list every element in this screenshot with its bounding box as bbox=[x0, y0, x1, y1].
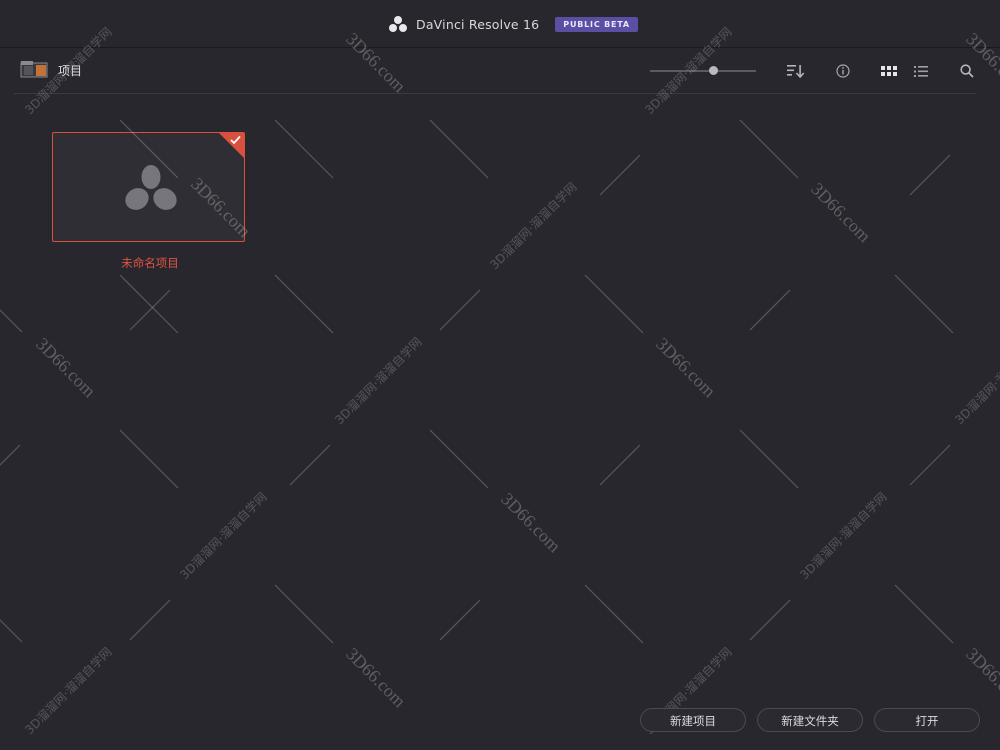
list-view-icon[interactable] bbox=[912, 62, 930, 80]
watermark-site: 3D溜溜网·溜溜自学网 bbox=[952, 334, 1000, 427]
project-thumbnail[interactable] bbox=[52, 132, 245, 242]
new-folder-button[interactable]: 新建文件夹 bbox=[757, 708, 863, 732]
thumbnail-size-slider[interactable] bbox=[650, 64, 756, 78]
watermark-domain: 3D66.com bbox=[652, 334, 720, 402]
watermark-domain: 3D66.com bbox=[962, 644, 1000, 712]
watermark-site: 3D溜溜网·溜溜自学网 bbox=[332, 334, 425, 427]
new-project-button[interactable]: 新建项目 bbox=[640, 708, 746, 732]
section-title: 项目 bbox=[58, 64, 83, 78]
project-manager-window: DaVinci Resolve 16 PUBLIC BETA 项目 未命名项目 … bbox=[0, 0, 1000, 750]
app-title: DaVinci Resolve 16 bbox=[416, 16, 540, 32]
public-beta-badge: PUBLIC BETA bbox=[555, 16, 638, 32]
watermark-site: 3D溜溜网·溜溜自学网 bbox=[177, 489, 270, 582]
watermark-site: 3D溜溜网·溜溜自学网 bbox=[22, 644, 115, 737]
watermark-site: 3D溜溜网·溜溜自学网 bbox=[797, 489, 890, 582]
project-name[interactable]: 未命名项目 bbox=[52, 255, 248, 271]
info-icon[interactable] bbox=[834, 62, 852, 80]
slider-thumb[interactable] bbox=[709, 66, 718, 75]
watermark-domain: 3D66.com bbox=[342, 644, 410, 712]
watermark-domain: 3D66.com bbox=[32, 334, 100, 402]
watermark-overlay: 3D66.com 3D66.com 3D66.com 3D66.com 3D66… bbox=[0, 24, 1000, 737]
watermark-site: 3D溜溜网·溜溜自学网 bbox=[487, 179, 580, 272]
selected-check-icon bbox=[219, 133, 244, 158]
davinci-logo-icon bbox=[389, 16, 407, 32]
folder-icon[interactable] bbox=[20, 60, 48, 78]
toolbar-divider bbox=[14, 93, 976, 94]
davinci-logo-icon bbox=[125, 165, 177, 210]
sort-icon[interactable] bbox=[787, 62, 805, 80]
grid-view-icon[interactable] bbox=[880, 62, 898, 80]
slider-track bbox=[650, 70, 756, 72]
watermark-domain: 3D66.com bbox=[807, 179, 875, 247]
project-toolbar: 项目 bbox=[0, 48, 1000, 94]
open-button[interactable]: 打开 bbox=[874, 708, 980, 732]
title-bar: DaVinci Resolve 16 PUBLIC BETA bbox=[0, 0, 1000, 48]
title-group: DaVinci Resolve 16 PUBLIC BETA bbox=[388, 14, 638, 34]
watermark-domain: 3D66.com bbox=[497, 489, 565, 557]
search-icon[interactable] bbox=[958, 62, 976, 80]
